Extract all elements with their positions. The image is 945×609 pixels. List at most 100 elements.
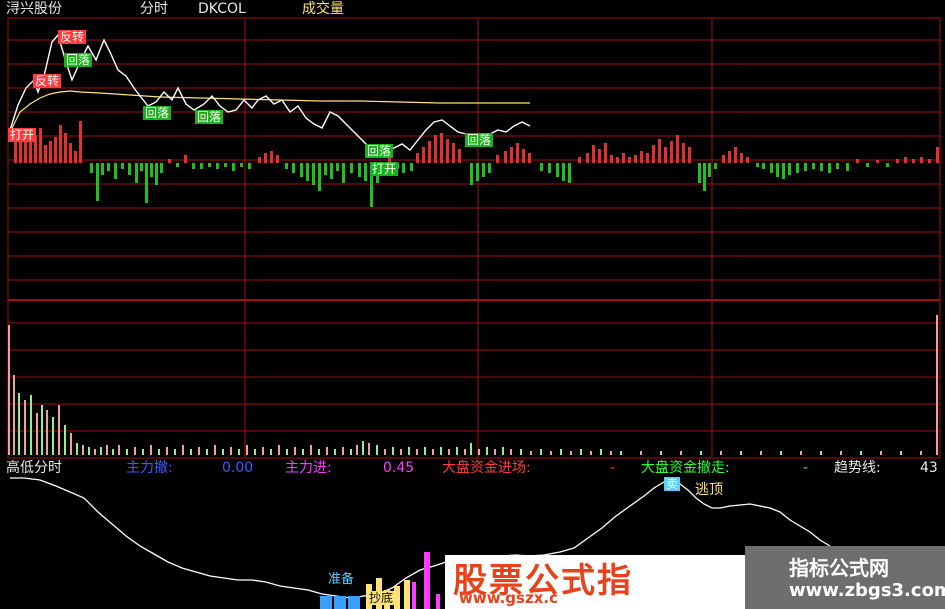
volume-bar xyxy=(876,160,879,163)
volume-bar xyxy=(270,449,272,455)
escape-top-label: 逃顶 xyxy=(695,482,723,498)
volume-bar xyxy=(376,445,378,455)
volume-bar xyxy=(676,135,679,163)
pullback-tag-1: 回落 xyxy=(64,53,93,67)
volume-bar xyxy=(610,155,613,163)
volume-bar xyxy=(776,163,779,177)
volume-bar xyxy=(510,147,513,163)
volume-bar xyxy=(114,163,117,179)
volume-bar xyxy=(318,163,321,191)
volume-bar xyxy=(198,447,200,455)
volume-bar xyxy=(240,163,243,167)
volume-bar xyxy=(44,145,47,163)
volume-bar xyxy=(640,451,642,455)
market-out-value: - xyxy=(803,460,809,476)
volume-bar xyxy=(150,163,153,177)
volume-bar xyxy=(860,451,862,455)
volume-bar xyxy=(464,449,466,455)
volume-bar xyxy=(568,163,571,183)
volume-bar xyxy=(310,445,312,455)
volume-bar xyxy=(496,155,499,163)
volume-bar xyxy=(410,163,413,171)
volume-bar xyxy=(904,157,907,163)
volume-bar xyxy=(64,133,67,163)
volume-bar xyxy=(556,163,559,177)
volume-bar xyxy=(578,157,581,163)
volume-bar xyxy=(722,155,725,163)
volume-bar xyxy=(440,447,442,455)
volume-bar xyxy=(106,445,108,455)
volume-bar xyxy=(422,147,425,163)
volume-bar xyxy=(660,451,662,455)
volume-bar xyxy=(703,163,706,191)
volume-bar xyxy=(604,143,607,163)
volume-bar xyxy=(486,447,488,455)
reversal-tag-1: 反转 xyxy=(58,30,87,44)
volume-bar xyxy=(112,449,114,455)
volume-bar xyxy=(788,163,791,175)
volume-bar xyxy=(74,151,77,163)
volume-bar xyxy=(79,121,82,163)
volume-bar xyxy=(70,433,72,455)
volume-bar xyxy=(446,139,449,163)
volume-bar xyxy=(820,451,822,455)
brand-watermark: 指标公式网 www.zbgs3.com xyxy=(745,546,945,609)
volume-bar xyxy=(416,153,419,163)
volume-bar xyxy=(356,445,358,455)
volume-bar xyxy=(258,157,261,163)
volume-bar xyxy=(270,151,273,163)
volume-bar xyxy=(286,449,288,455)
sell-marker: 卖 xyxy=(664,477,681,491)
volume-bar xyxy=(49,141,52,163)
volume-bar xyxy=(936,147,939,163)
volume-bar xyxy=(206,449,208,455)
volume-bar xyxy=(548,163,551,173)
volume-bar xyxy=(134,447,136,455)
volume-bar xyxy=(616,157,619,163)
volume-bar xyxy=(88,447,90,455)
volume-bar xyxy=(560,449,562,455)
volume-bar xyxy=(408,447,410,455)
volume-bar xyxy=(470,163,473,185)
volume-bar xyxy=(358,163,361,177)
chart-canvas xyxy=(7,17,941,609)
volume-bar xyxy=(232,163,235,171)
volume-bar xyxy=(342,447,344,455)
volume-bar xyxy=(664,147,667,163)
volume-bar xyxy=(698,163,701,183)
volume-bar xyxy=(285,163,288,169)
volume-bar xyxy=(856,159,859,163)
volume-bar xyxy=(740,451,742,455)
volume-bar xyxy=(54,137,57,163)
volume-bar xyxy=(456,447,458,455)
volume-bar xyxy=(846,163,849,171)
volume-bar xyxy=(886,163,889,167)
volume-bar xyxy=(216,163,219,169)
grid-frame xyxy=(7,17,941,459)
volume-bar xyxy=(516,143,519,163)
volume-bar xyxy=(324,163,327,175)
volume-bar xyxy=(121,163,124,169)
pullback-tag-3: 回落 xyxy=(195,110,224,124)
volume-bar xyxy=(620,451,622,455)
volume-bar xyxy=(488,163,491,173)
volume-bar xyxy=(530,451,532,455)
volume-bar xyxy=(36,413,38,455)
market-in-label: 大盘资金进场: xyxy=(442,460,531,476)
volume-bar xyxy=(64,425,66,455)
volume-bar xyxy=(158,449,160,455)
signal-bar xyxy=(320,596,332,609)
volume-bar xyxy=(82,445,84,455)
volume-bar xyxy=(800,451,802,455)
brand-watermark-title: 指标公式网 xyxy=(789,556,889,580)
volume-bar xyxy=(458,149,461,163)
volume-bar xyxy=(528,153,531,163)
volume-bar xyxy=(118,445,120,455)
low-buy-tag: 打开 xyxy=(370,162,399,176)
volume-bar xyxy=(840,451,842,455)
volume-bar xyxy=(402,163,405,173)
volume-bar xyxy=(658,139,661,163)
volume-bar xyxy=(470,443,472,455)
volume-bar xyxy=(670,141,673,163)
volume-bar xyxy=(392,447,394,455)
